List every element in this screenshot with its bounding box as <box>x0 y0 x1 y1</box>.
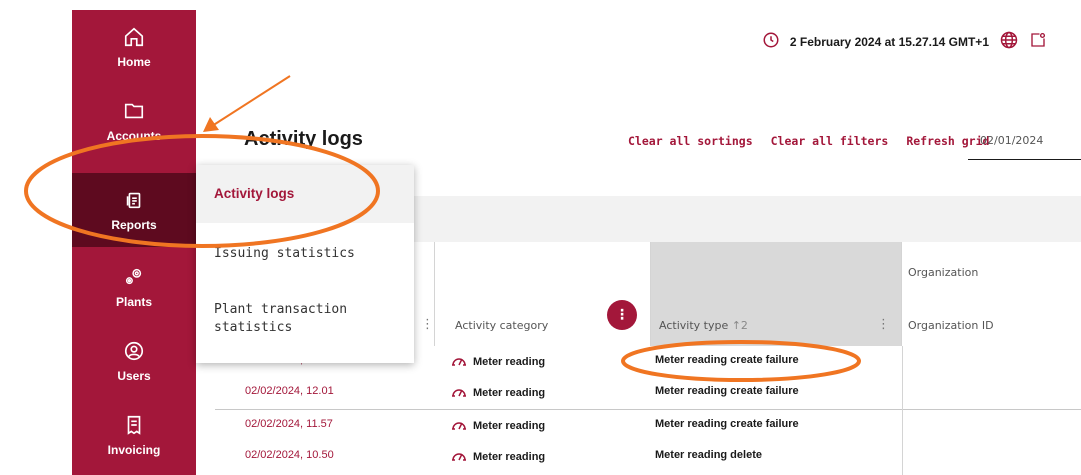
column-header-organization-id[interactable]: Organization Organization ID <box>902 242 1081 346</box>
table-row[interactable]: 02/02/2024, 11.57 Meter reading Meter re… <box>215 409 1081 440</box>
timestamp: 2 February 2024 at 15.27.14 GMT+1 <box>789 35 989 49</box>
row-category: Meter reading <box>451 385 545 400</box>
user-icon <box>123 339 145 363</box>
submenu-item-label: Activity logs <box>214 186 295 201</box>
external-window-icon[interactable] <box>1029 31 1047 53</box>
row-category: Meter reading <box>451 354 545 369</box>
column-menu-icon[interactable]: ⋮ <box>877 317 890 332</box>
row-category: Meter reading <box>451 449 545 464</box>
sidebar-item-home[interactable]: Home <box>72 10 196 84</box>
table-row[interactable]: 02/02/2024, 12.01 Meter reading Meter re… <box>215 377 1081 408</box>
annotation-arrow-line <box>211 75 291 127</box>
submenu-item-activity-logs[interactable]: Activity logs <box>196 165 414 223</box>
sidebar-item-invoicing[interactable]: Invoicing <box>72 398 196 472</box>
sidebar-item-reports[interactable]: Reports <box>72 173 196 247</box>
row-date[interactable]: 02/02/2024, 12.01 <box>245 385 334 397</box>
header-status: 2 February 2024 at 15.27.14 GMT+1 <box>762 30 1047 54</box>
row-type: Meter reading create failure <box>655 385 799 397</box>
sidebar-item-label: Invoicing <box>107 443 161 457</box>
column-header-label: Activity category <box>455 319 549 332</box>
column-header-label: Activity type ↑2 <box>659 319 748 332</box>
plants-icon <box>123 265 145 289</box>
sidebar-item-label: Home <box>117 55 151 69</box>
table-row[interactable]: 02/02/2024, 10.50 Meter reading Meter re… <box>215 441 1081 472</box>
sidebar-item-accounts[interactable]: Accounts <box>72 84 196 158</box>
grid-toolbar: Clear all sortings Clear all filters Ref… <box>628 134 989 148</box>
home-icon <box>123 25 145 49</box>
meter-icon <box>451 385 467 400</box>
submenu-item-label: Plant transaction statistics <box>214 302 348 335</box>
clock-icon <box>762 31 780 53</box>
row-type: Meter reading create failure <box>655 418 799 430</box>
sidebar-item-label: Plants <box>115 295 152 309</box>
sidebar-item-plants[interactable]: Plants <box>72 250 196 324</box>
page-title: Activity logs <box>244 128 363 150</box>
reports-icon <box>123 188 145 212</box>
submenu-item-label: Issuing statistics <box>214 246 355 261</box>
sidebar-item-label: Accounts <box>106 129 162 143</box>
row-type: Meter reading create failure <box>655 354 799 366</box>
row-date[interactable]: 02/02/2024, 11.57 <box>245 418 333 430</box>
annotation-arrowhead <box>203 117 219 132</box>
sidebar-item-label: Reports <box>111 218 157 232</box>
meter-icon <box>451 449 467 464</box>
invoice-icon <box>123 413 145 437</box>
reports-submenu: Activity logs Issuing statistics Plant t… <box>196 165 414 363</box>
column-header-activity-category[interactable]: Activity category ⋮ <box>435 242 651 346</box>
submenu-item-issuing-statistics[interactable]: Issuing statistics <box>196 223 414 281</box>
row-date[interactable]: 02/02/2024, 10.50 <box>245 449 334 461</box>
folder-icon <box>123 99 145 123</box>
column-menu-icon[interactable]: ⋮ <box>421 317 434 332</box>
meter-icon <box>451 418 467 433</box>
clear-sortings-link[interactable]: Clear all sortings <box>628 134 753 148</box>
submenu-item-plant-transaction-statistics[interactable]: Plant transaction statistics <box>196 281 414 363</box>
column-divider <box>902 346 903 475</box>
globe-icon[interactable] <box>999 30 1019 54</box>
column-menu-button[interactable]: ⋮ <box>607 300 637 330</box>
row-type: Meter reading delete <box>655 449 762 461</box>
column-header-label: Organization ID <box>908 319 994 332</box>
column-group-label: Organization <box>908 266 979 279</box>
meter-icon <box>451 354 467 369</box>
sidebar-item-label: Users <box>117 369 151 383</box>
clear-filters-link[interactable]: Clear all filters <box>771 134 889 148</box>
sort-indicator: ↑2 <box>731 319 748 332</box>
row-category: Meter reading <box>451 418 545 433</box>
sidebar: Home Accounts Reports Plants Users Invoi… <box>72 10 196 475</box>
sidebar-item-users[interactable]: Users <box>72 324 196 398</box>
date-filter-input[interactable]: 02/01/2024 <box>968 128 1081 160</box>
column-header-activity-type[interactable]: Activity type ↑2 ⋮ <box>651 242 902 346</box>
